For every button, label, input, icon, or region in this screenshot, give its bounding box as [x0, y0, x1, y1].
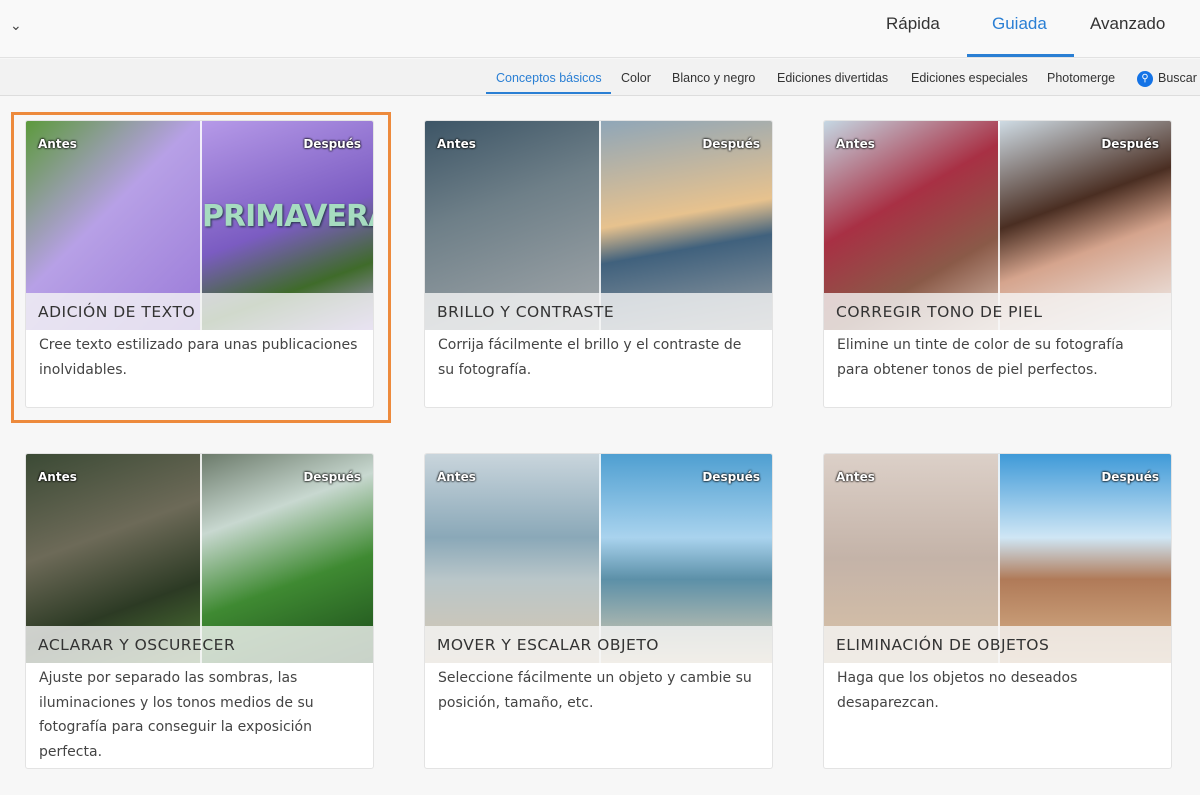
tab-guiada[interactable]: Guiada: [992, 14, 1047, 34]
top-bar: ⌄ Rápida Guiada Avanzado: [0, 0, 1200, 58]
card-description: Elimine un tinte de color de su fotograf…: [837, 337, 1124, 378]
tab-rapida[interactable]: Rápida: [886, 14, 940, 34]
before-label: Antes: [836, 137, 875, 151]
before-label: Antes: [836, 470, 875, 484]
before-after-image: Antes Después BRILLO Y CONTRASTE: [425, 121, 772, 330]
card-title: BRILLO Y CONTRASTE: [437, 303, 615, 321]
search-icon[interactable]: ⚲: [1137, 71, 1153, 87]
selected-card-highlight: [11, 112, 391, 423]
search-button[interactable]: Buscar: [1158, 71, 1197, 85]
card-description: Haga que los objetos no deseados desapar…: [837, 670, 1078, 711]
before-label: Antes: [437, 137, 476, 151]
before-after-image: Antes Después ACLARAR Y OSCURECER: [26, 454, 373, 663]
card-description: Corrija fácilmente el brillo y el contra…: [438, 337, 742, 378]
card-title: ELIMINACIÓN DE OBJETOS: [836, 636, 1050, 654]
card-title: MOVER Y ESCALAR OBJETO: [437, 636, 660, 654]
chevron-down-icon[interactable]: ⌄: [10, 18, 22, 34]
category-conceptos-basicos[interactable]: Conceptos básicos: [496, 71, 602, 85]
category-bar: Conceptos básicos Color Blanco y negro E…: [0, 59, 1200, 96]
before-after-image: Antes Después MOVER Y ESCALAR OBJETO: [425, 454, 772, 663]
after-label: Después: [702, 470, 760, 484]
active-category-indicator: [486, 92, 611, 94]
card-title: ACLARAR Y OSCURECER: [38, 636, 236, 654]
before-label: Antes: [38, 470, 77, 484]
guided-edit-card[interactable]: Antes Después MOVER Y ESCALAR OBJETO Sel…: [424, 453, 773, 769]
before-after-image: Antes Después ELIMINACIÓN DE OBJETOS: [824, 454, 1171, 663]
category-blanco-y-negro[interactable]: Blanco y negro: [672, 71, 755, 85]
card-title: CORREGIR TONO DE PIEL: [836, 303, 1043, 321]
tab-avanzado[interactable]: Avanzado: [1090, 14, 1165, 34]
after-label: Después: [1101, 470, 1159, 484]
guided-edit-card[interactable]: Antes Después ACLARAR Y OSCURECER Ajuste…: [25, 453, 374, 769]
card-description: Seleccione fácilmente un objeto y cambie…: [438, 670, 752, 711]
category-ediciones-especiales[interactable]: Ediciones especiales: [911, 71, 1028, 85]
before-after-image: Antes Después CORREGIR TONO DE PIEL: [824, 121, 1171, 330]
after-label: Después: [303, 470, 361, 484]
after-label: Después: [1101, 137, 1159, 151]
guided-edit-card[interactable]: Antes Después CORREGIR TONO DE PIEL Elim…: [823, 120, 1172, 408]
category-photomerge[interactable]: Photomerge: [1047, 71, 1115, 85]
active-tab-indicator: [967, 54, 1074, 57]
before-label: Antes: [437, 470, 476, 484]
guided-edit-card[interactable]: Antes Después ELIMINACIÓN DE OBJETOS Hag…: [823, 453, 1172, 769]
card-description: Ajuste por separado las sombras, las ilu…: [39, 670, 314, 760]
guided-edit-card[interactable]: Antes Después BRILLO Y CONTRASTE Corrija…: [424, 120, 773, 408]
category-color[interactable]: Color: [621, 71, 651, 85]
category-ediciones-divertidas[interactable]: Ediciones divertidas: [777, 71, 888, 85]
after-label: Después: [702, 137, 760, 151]
